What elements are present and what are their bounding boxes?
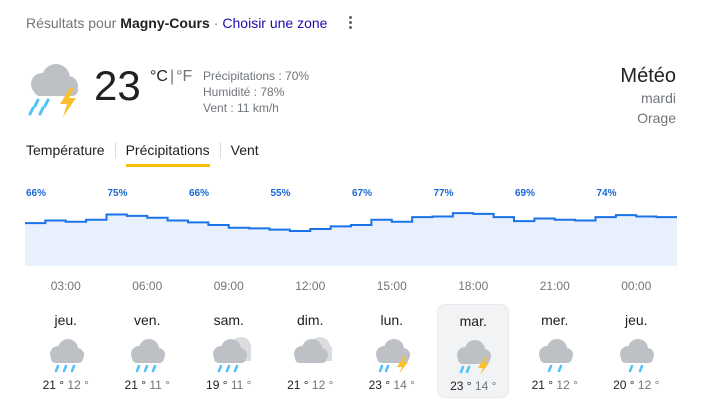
- weather-summary: Météo mardi Orage: [620, 64, 676, 128]
- chart-x-axis: 03:00 06:00 09:00 12:00 15:00 18:00 21:00 00:00: [25, 279, 677, 295]
- day-name: ven.: [134, 312, 161, 328]
- header-separator: ·: [213, 15, 219, 31]
- light-rain-icon: [620, 339, 655, 373]
- day-name: mer.: [541, 312, 569, 328]
- summary-condition: Orage: [637, 110, 676, 126]
- day-high-temp: 19 °: [206, 378, 228, 392]
- chart-value-label: 55%: [271, 188, 291, 199]
- thunderstorm-rain-icon: [28, 64, 78, 117]
- chart-value-label: 69%: [515, 188, 535, 199]
- daily-forecast: jeu. 21 ° 12 ° ven. 21 ° 11 ° sam. 19 ° …: [25, 304, 677, 398]
- rain-icon: [131, 339, 166, 373]
- chart-value-label: 74%: [597, 188, 617, 199]
- day-name: jeu.: [54, 312, 78, 328]
- celsius-toggle[interactable]: °C: [150, 68, 168, 86]
- humidity-value: Humidité : 78%: [203, 85, 285, 99]
- thunderstorm-rain-icon: [375, 339, 410, 374]
- day-temps: 23 ° 14 °: [356, 378, 428, 392]
- more-options-icon[interactable]: [344, 12, 356, 32]
- day-forecast-item[interactable]: ven. 21 ° 11 °: [111, 304, 183, 398]
- chart-value-label: 66%: [189, 188, 209, 199]
- x-tick-label: 00:00: [621, 279, 652, 293]
- x-tick-label: 03:00: [50, 279, 81, 293]
- day-low-temp: 12 °: [311, 378, 334, 392]
- rain-cloudy-icon: [212, 337, 251, 373]
- x-tick-label: 21:00: [539, 279, 570, 293]
- current-temperature: 23: [94, 62, 141, 109]
- day-low-temp: 14 °: [474, 379, 497, 393]
- day-temps: 23 ° 14 °: [438, 379, 508, 393]
- x-tick-label: 12:00: [295, 279, 326, 293]
- chart-value-label: 66%: [26, 188, 46, 199]
- day-high-temp: 21 °: [531, 378, 554, 392]
- day-temps: 19 ° 11 °: [193, 378, 265, 392]
- tab-precipitation[interactable]: Précipitations: [125, 140, 210, 167]
- x-tick-label: 18:00: [458, 279, 489, 293]
- results-prefix: Résultats pour: [26, 15, 117, 31]
- day-low-temp: 14 °: [393, 378, 415, 392]
- results-header: Résultats pour Magny-Cours · Choisir une…: [26, 12, 327, 34]
- x-tick-label: 06:00: [132, 279, 163, 293]
- day-forecast-item[interactable]: mer. 21 ° 12 °: [519, 304, 591, 398]
- precipitation-value: Précipitations : 70%: [203, 69, 310, 83]
- weather-title: Météo: [620, 65, 676, 87]
- day-forecast-item[interactable]: dim. 21 ° 12 °: [274, 304, 346, 398]
- tab-wind[interactable]: Vent: [231, 140, 259, 164]
- day-name: jeu.: [624, 312, 648, 328]
- day-low-temp: 11 °: [230, 378, 252, 392]
- day-high-temp: 21 °: [287, 378, 309, 392]
- day-temps: 20 ° 12 °: [600, 378, 672, 392]
- day-temps: 21 ° 12 °: [519, 378, 591, 392]
- rain-icon: [49, 339, 84, 373]
- summary-day: mardi: [640, 90, 676, 106]
- day-temps: 21 ° 12 °: [274, 378, 346, 392]
- day-low-temp: 12 °: [637, 378, 660, 392]
- day-forecast-item[interactable]: sam. 19 ° 11 °: [193, 304, 265, 398]
- fahrenheit-toggle[interactable]: °F: [176, 68, 192, 86]
- day-low-temp: 12 °: [556, 378, 578, 392]
- location-name: Magny-Cours: [120, 15, 210, 31]
- day-name: dim.: [297, 312, 324, 328]
- current-details: Précipitations : 70% Humidité : 78% Vent…: [203, 68, 309, 116]
- wind-value: Vent : 11 km/h: [203, 101, 279, 115]
- precipitation-chart: 66% 75% 66% 55% 67% 77% 69% 74%: [25, 188, 677, 266]
- day-forecast-item[interactable]: lun. 23 ° 14 °: [356, 304, 428, 398]
- day-high-temp: 23 °: [450, 379, 472, 393]
- chart-value-label: 67%: [352, 188, 372, 199]
- day-temps: 21 ° 11 °: [111, 378, 183, 392]
- day-forecast-item[interactable]: jeu. 20 ° 12 °: [600, 304, 672, 398]
- day-high-temp: 20 °: [613, 378, 635, 392]
- day-high-temp: 23 °: [368, 378, 391, 392]
- x-tick-label: 09:00: [213, 279, 244, 293]
- unit-switcher: °C | °F: [150, 68, 192, 86]
- forecast-tabs: Température Précipitations Vent: [26, 140, 259, 170]
- day-forecast-item[interactable]: mar. 23 ° 14 °: [437, 304, 510, 398]
- day-high-temp: 21 °: [42, 378, 65, 392]
- day-forecast-item[interactable]: jeu. 21 ° 12 °: [30, 304, 102, 398]
- day-low-temp: 11 °: [149, 378, 170, 392]
- day-low-temp: 12 °: [67, 378, 89, 392]
- thunderstorm-rain-icon: [457, 340, 492, 375]
- x-tick-label: 15:00: [376, 279, 407, 293]
- chart-value-label: 75%: [108, 188, 128, 199]
- light-rain-icon: [538, 339, 573, 373]
- day-temps: 21 ° 12 °: [30, 378, 102, 392]
- day-high-temp: 21 °: [124, 378, 147, 392]
- chart-value-label: 77%: [434, 188, 454, 199]
- tab-divider: [219, 142, 221, 158]
- day-name: sam.: [213, 312, 244, 328]
- day-name: mar.: [459, 313, 487, 329]
- choose-zone-link[interactable]: Choisir une zone: [222, 15, 327, 31]
- cloudy-icon: [294, 337, 333, 363]
- unit-separator: |: [169, 68, 175, 85]
- tab-divider: [114, 142, 116, 158]
- day-name: lun.: [380, 312, 404, 328]
- tab-temperature[interactable]: Température: [26, 140, 105, 164]
